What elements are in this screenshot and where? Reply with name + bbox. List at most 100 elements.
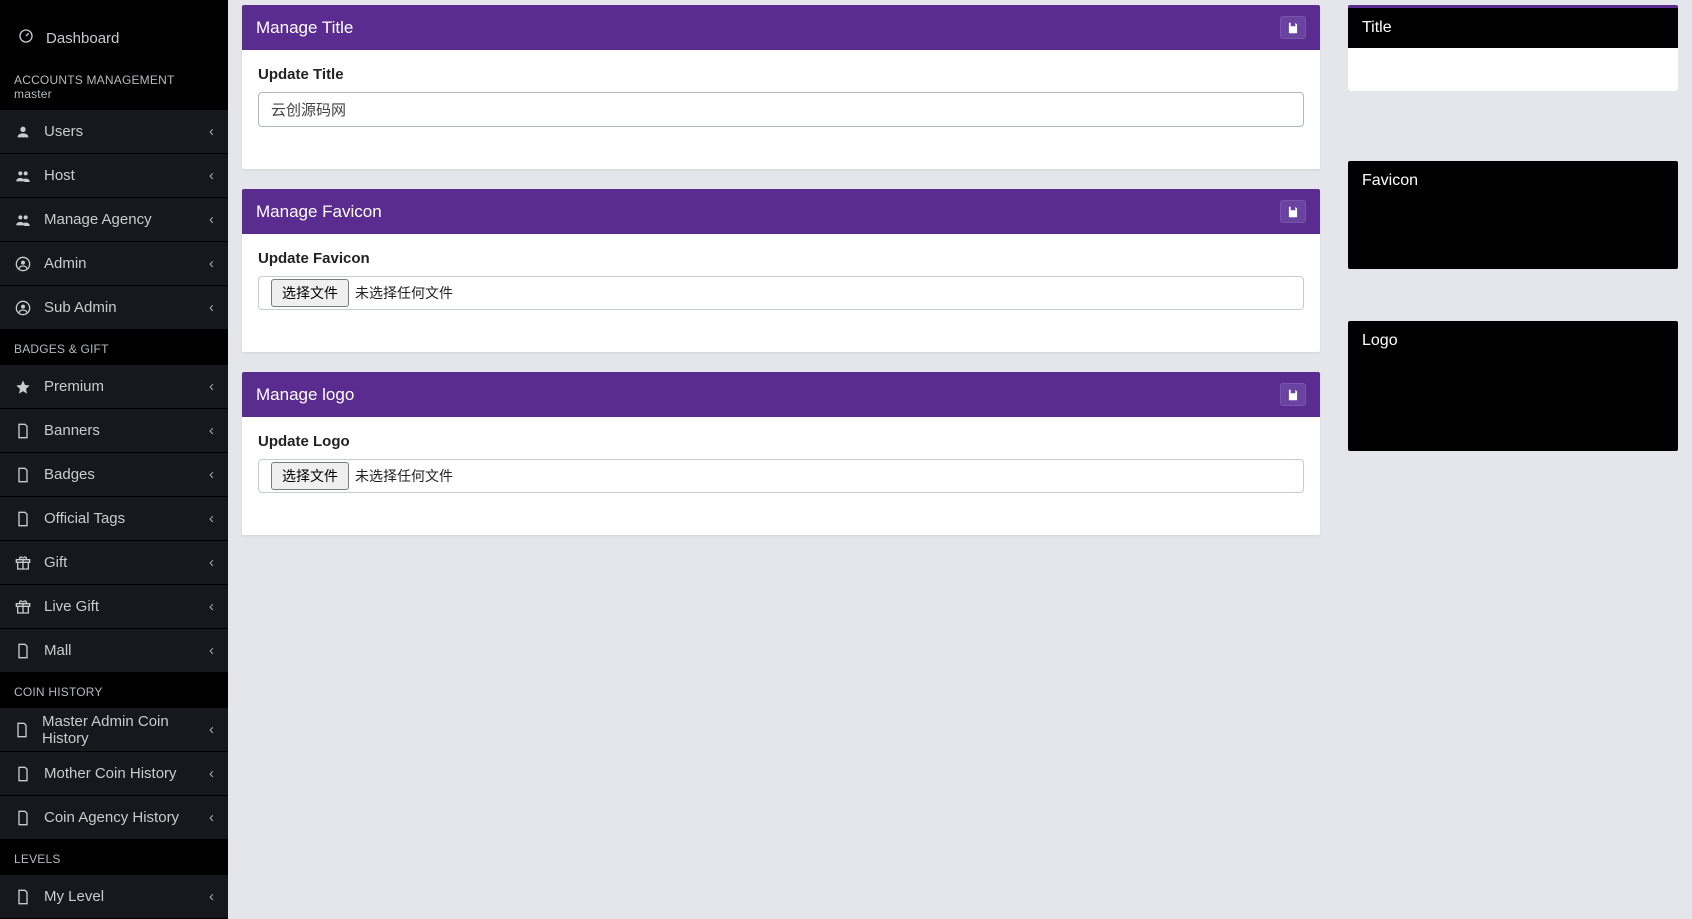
save-logo-button[interactable] (1280, 383, 1306, 406)
preview-favicon-body (1348, 201, 1678, 269)
users-icon (14, 212, 32, 228)
sidebar-item-label: My Level (44, 888, 104, 905)
doc-icon (14, 511, 32, 527)
preview-logo-body (1348, 361, 1678, 451)
save-icon (1286, 205, 1300, 219)
logo-choose-file-button[interactable]: 选择文件 (271, 462, 349, 490)
sidebar-item-official-tags[interactable]: Official Tags ‹ (0, 497, 228, 541)
chevron-left-icon: ‹ (209, 422, 214, 439)
sidebar-item-label: Premium (44, 378, 104, 395)
chevron-left-icon: ‹ (209, 123, 214, 140)
label-update-title: Update Title (258, 66, 1304, 83)
sidebar-item-label: Admin (44, 255, 87, 272)
save-title-button[interactable] (1280, 16, 1306, 39)
doc-icon (14, 643, 32, 659)
sidebar-item-label: Sub Admin (44, 299, 117, 316)
sidebar-item-mother-coin-history[interactable]: Mother Coin History ‹ (0, 752, 228, 796)
chevron-left-icon: ‹ (209, 554, 214, 571)
doc-icon (14, 889, 32, 905)
doc-icon (14, 766, 32, 782)
chevron-left-icon: ‹ (209, 378, 214, 395)
preview-title-body (1348, 48, 1678, 91)
circle-user-icon (14, 300, 32, 316)
panel-manage-title: Manage Title Update Title (242, 5, 1320, 169)
sidebar: Dashboard ACCOUNTS MANAGEMENT master Use… (0, 0, 228, 919)
sidebar-item-coin-agency-history[interactable]: Coin Agency History ‹ (0, 796, 228, 840)
doc-icon (14, 722, 30, 738)
save-favicon-button[interactable] (1280, 200, 1306, 223)
circle-user-icon (14, 256, 32, 272)
gift-icon (14, 555, 32, 571)
doc-icon (14, 467, 32, 483)
chevron-left-icon: ‹ (209, 211, 214, 228)
chevron-left-icon: ‹ (209, 598, 214, 615)
preview-title-header: Title (1348, 8, 1678, 48)
favicon-file-input[interactable]: 选择文件 未选择任何文件 (258, 276, 1304, 310)
sidebar-item-label: Live Gift (44, 598, 99, 615)
label-update-favicon: Update Favicon (258, 250, 1304, 267)
sidebar-item-manage-agency[interactable]: Manage Agency ‹ (0, 198, 228, 242)
sidebar-item-banners[interactable]: Banners ‹ (0, 409, 228, 453)
preview-favicon: Favicon (1348, 161, 1678, 269)
sidebar-item-label: Badges (44, 466, 95, 483)
section-header-accounts: ACCOUNTS MANAGEMENT master (0, 61, 228, 110)
panel-manage-logo: Manage logo Update Logo 选择文件 未选择任何文件 (242, 372, 1320, 535)
sidebar-item-label: Manage Agency (44, 211, 152, 228)
sidebar-item-label: Mall (44, 642, 72, 659)
sidebar-item-admin[interactable]: Admin ‹ (0, 242, 228, 286)
label-update-logo: Update Logo (258, 433, 1304, 450)
preview-logo: Logo (1348, 321, 1678, 451)
panel-title: Manage logo (256, 385, 354, 405)
title-input[interactable] (258, 92, 1304, 127)
user-icon (14, 124, 32, 140)
panel-manage-favicon: Manage Favicon Update Favicon 选择文件 未选择任何… (242, 189, 1320, 352)
sidebar-item-label: Master Admin Coin History (42, 713, 197, 747)
sidebar-item-label: Users (44, 123, 83, 140)
gift-icon (14, 599, 32, 615)
sidebar-item-dashboard[interactable]: Dashboard (0, 15, 228, 61)
section-header-coin: COIN HISTORY (0, 673, 228, 708)
sidebar-item-label: Coin Agency History (44, 809, 179, 826)
sidebar-item-label: Host (44, 167, 75, 184)
panel-title: Manage Title (256, 18, 353, 38)
chevron-left-icon: ‹ (209, 167, 214, 184)
logo-file-input[interactable]: 选择文件 未选择任何文件 (258, 459, 1304, 493)
sidebar-item-my-level[interactable]: My Level ‹ (0, 875, 228, 919)
section-header-badges: BADGES & GIFT (0, 330, 228, 365)
sidebar-item-label: Mother Coin History (44, 765, 177, 782)
chevron-left-icon: ‹ (209, 255, 214, 272)
chevron-left-icon: ‹ (209, 299, 214, 316)
save-icon (1286, 388, 1300, 402)
favicon-file-status: 未选择任何文件 (355, 283, 453, 303)
sidebar-item-label: Banners (44, 422, 100, 439)
preview-logo-header: Logo (1348, 321, 1678, 361)
chevron-left-icon: ‹ (209, 809, 214, 826)
chevron-left-icon: ‹ (209, 466, 214, 483)
chevron-left-icon: ‹ (209, 510, 214, 527)
preview-title: Title (1348, 5, 1678, 91)
sidebar-item-label: Dashboard (46, 30, 119, 47)
sidebar-item-users[interactable]: Users ‹ (0, 110, 228, 154)
main-content: Manage Title Update Title Manage Favicon… (228, 0, 1692, 919)
chevron-left-icon: ‹ (209, 765, 214, 782)
panel-title: Manage Favicon (256, 202, 382, 222)
save-icon (1286, 21, 1300, 35)
sidebar-item-gift[interactable]: Gift ‹ (0, 541, 228, 585)
favicon-choose-file-button[interactable]: 选择文件 (271, 279, 349, 307)
sidebar-item-host[interactable]: Host ‹ (0, 154, 228, 198)
logo-file-status: 未选择任何文件 (355, 466, 453, 486)
sidebar-item-badges[interactable]: Badges ‹ (0, 453, 228, 497)
sidebar-item-live-gift[interactable]: Live Gift ‹ (0, 585, 228, 629)
sidebar-item-sub-admin[interactable]: Sub Admin ‹ (0, 286, 228, 330)
chevron-left-icon: ‹ (209, 888, 214, 905)
chevron-left-icon: ‹ (209, 642, 214, 659)
preview-favicon-header: Favicon (1348, 161, 1678, 201)
sidebar-item-master-admin-coin-history[interactable]: Master Admin Coin History ‹ (0, 708, 228, 752)
users-icon (14, 168, 32, 184)
section-header-levels: LEVELS (0, 840, 228, 875)
dashboard-icon (18, 28, 34, 48)
sidebar-item-premium[interactable]: Premium ‹ (0, 365, 228, 409)
sidebar-item-mall[interactable]: Mall ‹ (0, 629, 228, 673)
star-icon (14, 379, 32, 395)
sidebar-item-label: Official Tags (44, 510, 125, 527)
